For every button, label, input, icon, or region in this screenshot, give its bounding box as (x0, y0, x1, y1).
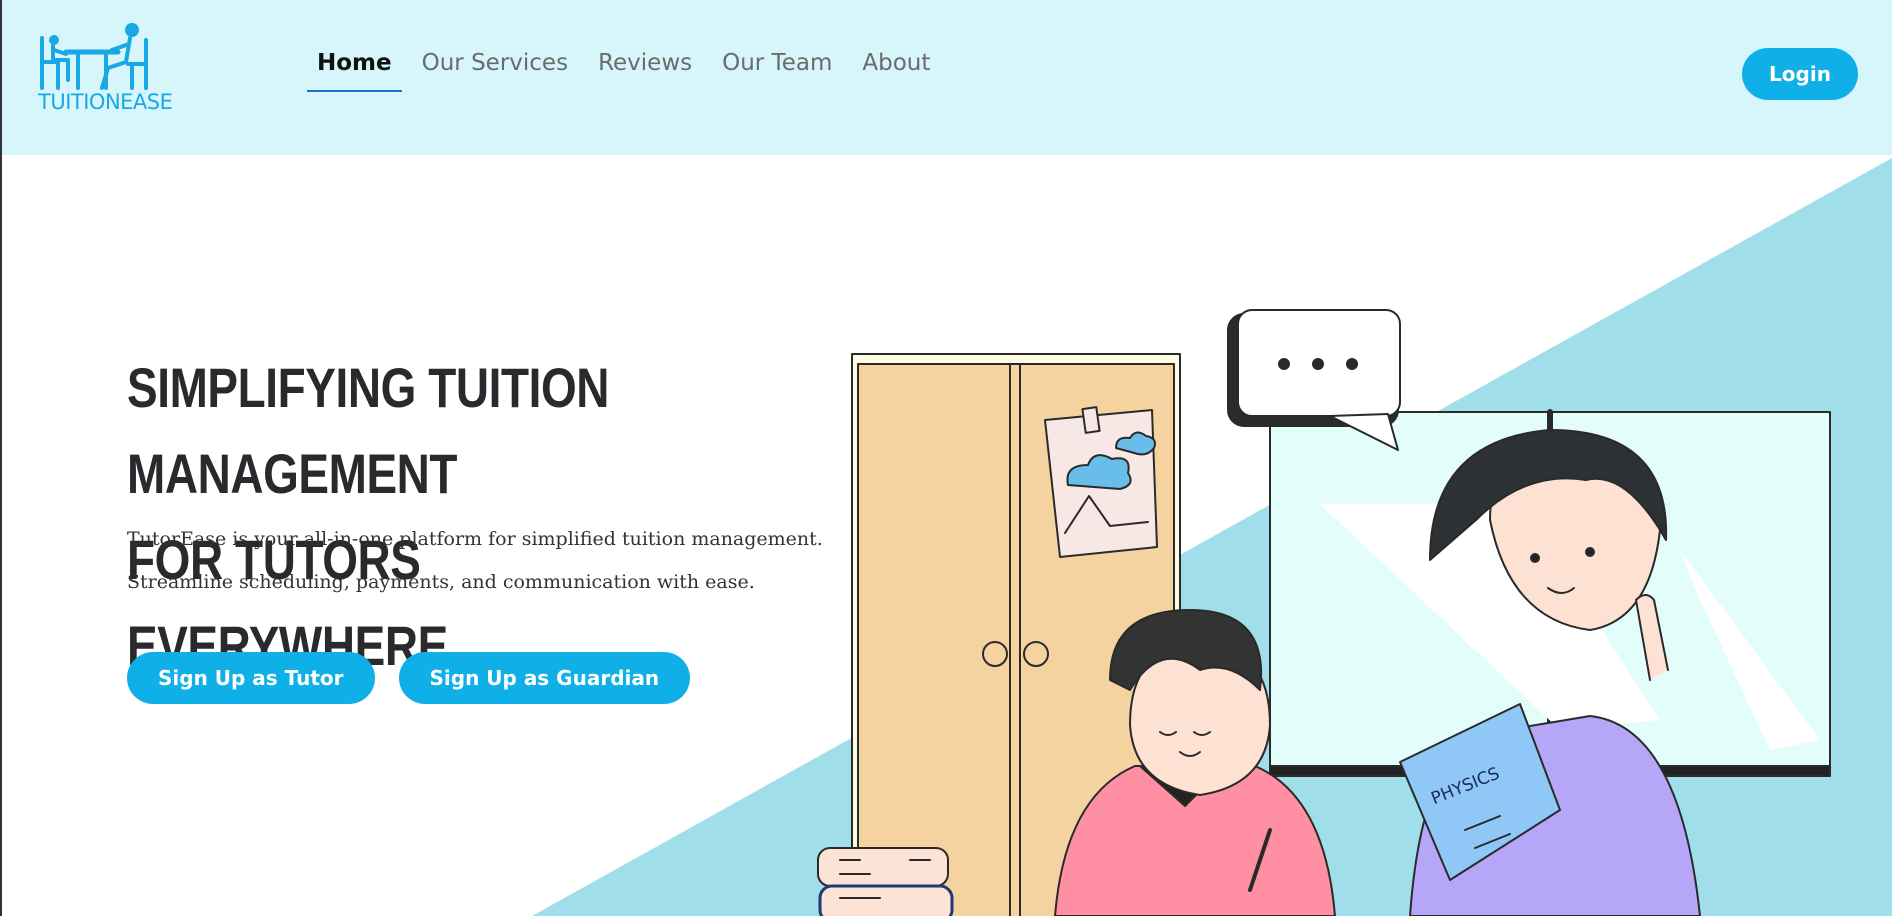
tutoring-logo-icon (40, 23, 148, 90)
nav-our-team[interactable]: Our Team (712, 48, 842, 92)
nav-home[interactable]: Home (307, 48, 402, 92)
hero-cta-group: Sign Up as Tutor Sign Up as Guardian (127, 652, 691, 704)
login-button[interactable]: Login (1742, 48, 1858, 100)
site-header: TUITIONEASE Home Our Services Reviews Ou… (2, 0, 1892, 155)
hero-description: TutorEase is your all-in-one platform fo… (127, 518, 847, 604)
nav-about[interactable]: About (852, 48, 940, 92)
brand-logo[interactable]: TUITIONEASE (36, 18, 173, 114)
hero-title-line-1: Simplifying Tuition Management (127, 356, 610, 505)
hero-title: Simplifying Tuition Management for Tutor… (127, 345, 717, 689)
signup-tutor-button[interactable]: Sign Up as Tutor (127, 652, 375, 704)
hero-description-line-2: Streamline scheduling, payments, and com… (127, 571, 755, 593)
nav-our-services[interactable]: Our Services (412, 48, 578, 92)
hero-illustration: PHYSICS (817, 309, 1831, 916)
main-nav: Home Our Services Reviews Our Team About (307, 48, 940, 92)
logo-wordmark: TUITIONEASE (38, 90, 173, 114)
nav-reviews[interactable]: Reviews (588, 48, 702, 92)
signup-guardian-button[interactable]: Sign Up as Guardian (398, 652, 691, 704)
hero-description-line-1: TutorEase is your all-in-one platform fo… (127, 528, 823, 550)
books-illustration (817, 847, 954, 916)
